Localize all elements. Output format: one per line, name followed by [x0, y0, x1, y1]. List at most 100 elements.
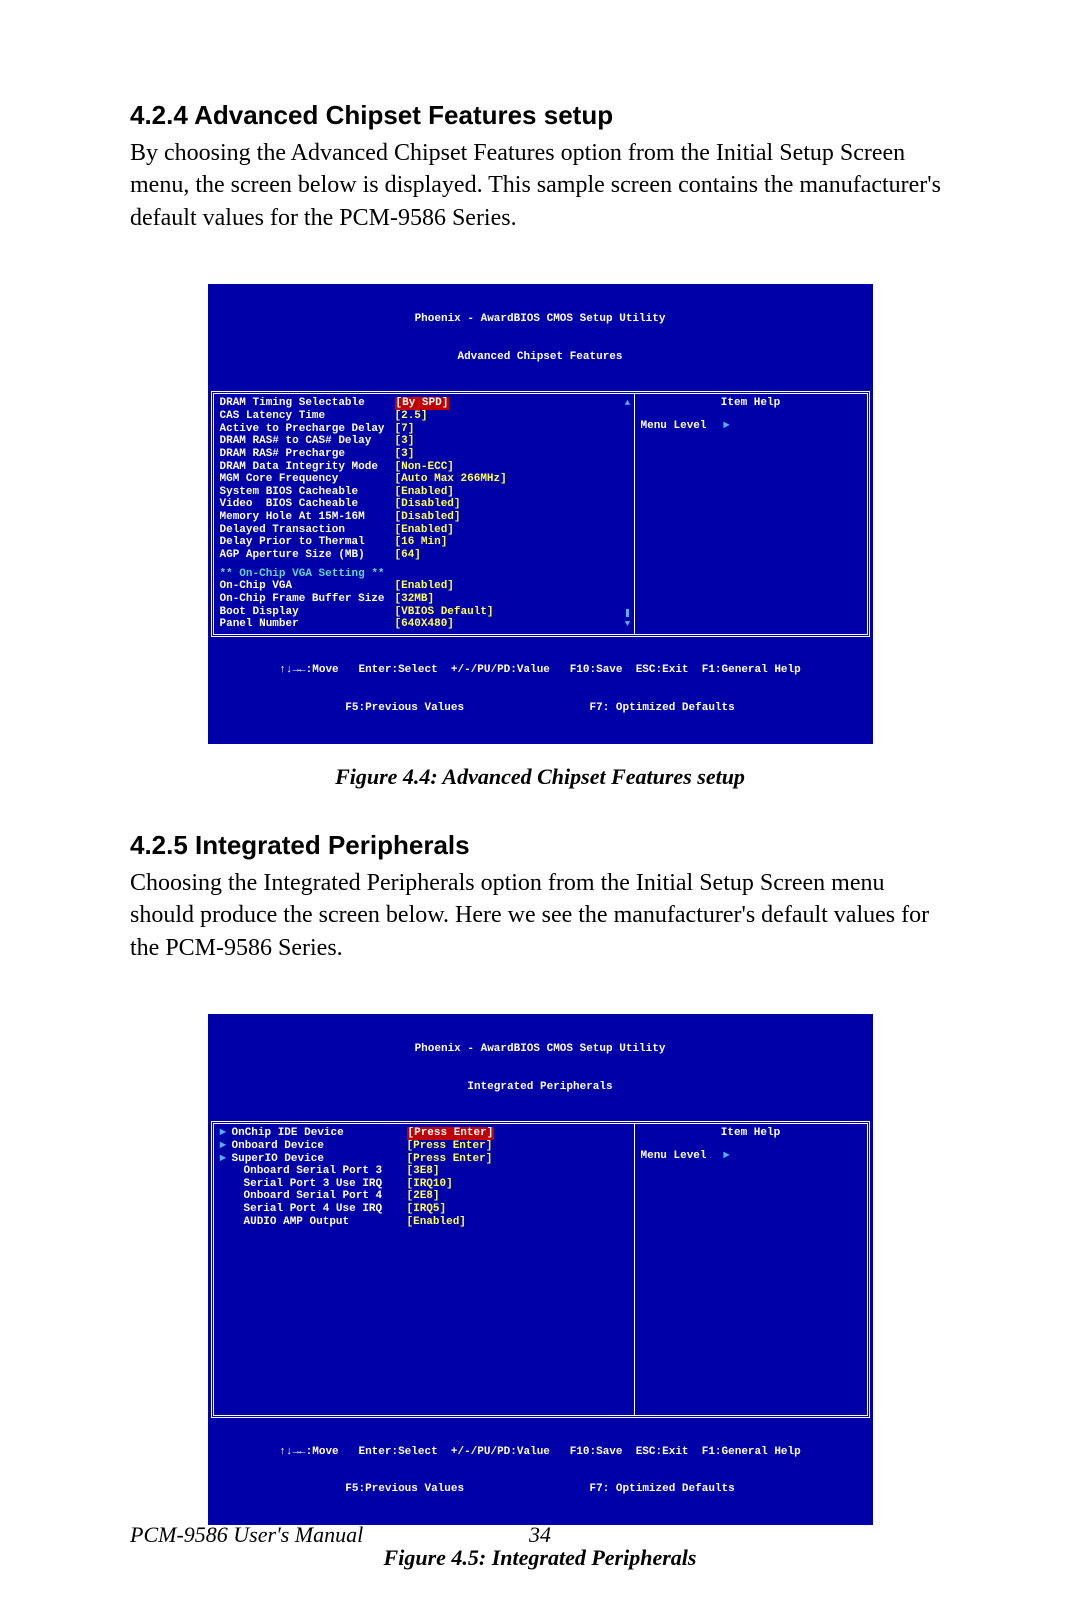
setting-value[interactable]: [16 Min]	[395, 536, 448, 549]
scroll-down-arrow-icon[interactable]: ▼	[625, 619, 630, 629]
chipset-row[interactable]: AGP Aperture Size (MB)[64]	[220, 549, 620, 562]
chipset-row[interactable]: MGM Core Frequency[Auto Max 266MHz]	[220, 473, 620, 486]
scroll-thumb[interactable]	[626, 609, 629, 617]
setting-value[interactable]: [2.5]	[395, 410, 428, 423]
setting-value[interactable]: [7]	[395, 423, 415, 436]
bios-footer: ↑↓→←:Move Enter:Select +/-/PU/PD:Value F…	[208, 1418, 873, 1525]
section-heading-2: 4.2.5 Integrated Peripherals	[130, 830, 950, 861]
setting-value[interactable]: [Enabled]	[395, 580, 454, 593]
setting-value[interactable]: [32MB]	[395, 593, 435, 606]
setting-label: Memory Hole At 15M-16M	[220, 511, 395, 524]
setting-label: Delay Prior to Thermal	[220, 536, 395, 549]
section-heading-1: 4.2.4 Advanced Chipset Features setup	[130, 100, 950, 131]
chipset-row[interactable]: DRAM RAS# to CAS# Delay[3]	[220, 435, 620, 448]
setting-value[interactable]: [Enabled]	[407, 1216, 466, 1229]
setting-value[interactable]: [Press Enter]	[407, 1140, 493, 1153]
chipset-row[interactable]: Video BIOS Cacheable[Disabled]	[220, 498, 620, 511]
section-body-1: By choosing the Advanced Chipset Feature…	[130, 137, 950, 234]
bios-scrollbar[interactable]: ▲ ▼	[624, 398, 632, 630]
chipset-row[interactable]: DRAM Timing Selectable[By SPD]	[220, 397, 620, 410]
setting-label: DRAM RAS# to CAS# Delay	[220, 435, 395, 448]
setting-label: OnChip IDE Device	[232, 1127, 407, 1140]
setting-value[interactable]: [Disabled]	[395, 498, 461, 511]
setting-value[interactable]: [IRQ5]	[407, 1203, 447, 1216]
setting-value[interactable]: [3E8]	[407, 1165, 440, 1178]
setting-label: CAS Latency Time	[220, 410, 395, 423]
setting-label: Panel Number	[220, 618, 395, 631]
setting-label: Video BIOS Cacheable	[220, 498, 395, 511]
periph-row[interactable]: Onboard Serial Port 4[2E8]	[220, 1190, 620, 1203]
periph-row[interactable]: Onboard Serial Port 3[3E8]	[220, 1165, 620, 1178]
figure-caption-2: Figure 4.5: Integrated Peripherals	[130, 1545, 950, 1571]
submenu-arrow-icon: ►	[220, 1127, 232, 1140]
scroll-up-arrow-icon[interactable]: ▲	[625, 398, 630, 408]
setting-value[interactable]: [VBIOS Default]	[395, 606, 494, 619]
periph-row[interactable]: ►SuperIO Device[Press Enter]	[220, 1153, 620, 1166]
setting-label: Onboard Serial Port 3	[232, 1165, 407, 1178]
setting-label: SuperIO Device	[232, 1153, 407, 1166]
bios-footer-line1: ↑↓→←:Move Enter:Select +/-/PU/PD:Value F…	[208, 1446, 873, 1459]
setting-label: DRAM Timing Selectable	[220, 397, 395, 410]
setting-value[interactable]: [640X480]	[395, 618, 454, 631]
setting-label: MGM Core Frequency	[220, 473, 395, 486]
menu-level: Menu Level ►	[641, 1150, 861, 1163]
bios-title-line2: Integrated Peripherals	[208, 1081, 873, 1094]
setting-label: System BIOS Cacheable	[220, 486, 395, 499]
setting-value[interactable]: [Auto Max 266MHz]	[395, 473, 507, 486]
periph-row[interactable]: Serial Port 4 Use IRQ[IRQ5]	[220, 1203, 620, 1216]
setting-label: On-Chip VGA	[220, 580, 395, 593]
periph-row[interactable]: ►OnChip IDE Device[Press Enter]	[220, 1127, 620, 1140]
setting-value[interactable]: [Non-ECC]	[395, 461, 454, 474]
page-footer: PCM-9586 User's Manual 34	[130, 1522, 950, 1548]
help-title: Item Help	[641, 397, 861, 410]
setting-value[interactable]: [By SPD]	[395, 397, 450, 410]
bios-frame: ►OnChip IDE Device[Press Enter]►Onboard …	[211, 1121, 870, 1418]
bios-help-panel: Item Help Menu Level ►	[635, 1124, 867, 1415]
chipset-row[interactable]: Memory Hole At 15M-16M[Disabled]	[220, 511, 620, 524]
periph-row[interactable]: Serial Port 3 Use IRQ[IRQ10]	[220, 1178, 620, 1191]
bios-help-panel: Item Help Menu Level ►	[635, 394, 867, 634]
setting-label: Active to Precharge Delay	[220, 423, 395, 436]
submenu-arrow-icon: ►	[220, 1153, 232, 1166]
setting-value[interactable]: [Press Enter]	[407, 1153, 493, 1166]
setting-value[interactable]: [3]	[395, 435, 415, 448]
bios-title-line2: Advanced Chipset Features	[208, 351, 873, 364]
setting-label: Delayed Transaction	[220, 524, 395, 537]
chipset-row[interactable]: System BIOS Cacheable[Enabled]	[220, 486, 620, 499]
periph-row[interactable]: AUDIO AMP Output[Enabled]	[220, 1216, 620, 1229]
vga-row[interactable]: Panel Number[640X480]	[220, 618, 620, 631]
bios-frame: DRAM Timing Selectable[By SPD]CAS Latenc…	[211, 391, 870, 637]
chipset-row[interactable]: DRAM RAS# Precharge[3]	[220, 448, 620, 461]
setting-value[interactable]: [IRQ10]	[407, 1178, 453, 1191]
section-body-2: Choosing the Integrated Peripherals opti…	[130, 867, 950, 964]
setting-value[interactable]: [Disabled]	[395, 511, 461, 524]
row-spacer	[220, 1165, 232, 1178]
page-number: 34	[529, 1522, 551, 1548]
setting-value[interactable]: [Press Enter]	[407, 1127, 495, 1140]
row-spacer	[220, 1216, 232, 1229]
vga-row[interactable]: On-Chip VGA[Enabled]	[220, 580, 620, 593]
bios-screenshot-advanced-chipset: Phoenix - AwardBIOS CMOS Setup Utility A…	[208, 284, 873, 744]
setting-value[interactable]: [64]	[395, 549, 421, 562]
periph-row[interactable]: ►Onboard Device[Press Enter]	[220, 1140, 620, 1153]
setting-value[interactable]: [3]	[395, 448, 415, 461]
chipset-row[interactable]: CAS Latency Time[2.5]	[220, 410, 620, 423]
bios-settings-panel: ►OnChip IDE Device[Press Enter]►Onboard …	[214, 1124, 635, 1415]
row-spacer	[220, 1178, 232, 1191]
bios-title: Phoenix - AwardBIOS CMOS Setup Utility A…	[208, 284, 873, 391]
chipset-row[interactable]: DRAM Data Integrity Mode[Non-ECC]	[220, 461, 620, 474]
vga-row[interactable]: Boot Display[VBIOS Default]	[220, 606, 620, 619]
bios-screenshot-integrated-peripherals: Phoenix - AwardBIOS CMOS Setup Utility I…	[208, 1014, 873, 1525]
setting-value[interactable]: [Enabled]	[395, 486, 454, 499]
chipset-row[interactable]: Active to Precharge Delay[7]	[220, 423, 620, 436]
chipset-row[interactable]: Delayed Transaction[Enabled]	[220, 524, 620, 537]
setting-label: AGP Aperture Size (MB)	[220, 549, 395, 562]
setting-value[interactable]: [2E8]	[407, 1190, 440, 1203]
bios-title: Phoenix - AwardBIOS CMOS Setup Utility I…	[208, 1014, 873, 1121]
setting-value[interactable]: [Enabled]	[395, 524, 454, 537]
setting-label: Onboard Device	[232, 1140, 407, 1153]
menu-level-arrow-icon: ►	[723, 1150, 730, 1162]
chipset-row[interactable]: Delay Prior to Thermal[16 Min]	[220, 536, 620, 549]
vga-row[interactable]: On-Chip Frame Buffer Size[32MB]	[220, 593, 620, 606]
bios-title-line1: Phoenix - AwardBIOS CMOS Setup Utility	[208, 313, 873, 326]
